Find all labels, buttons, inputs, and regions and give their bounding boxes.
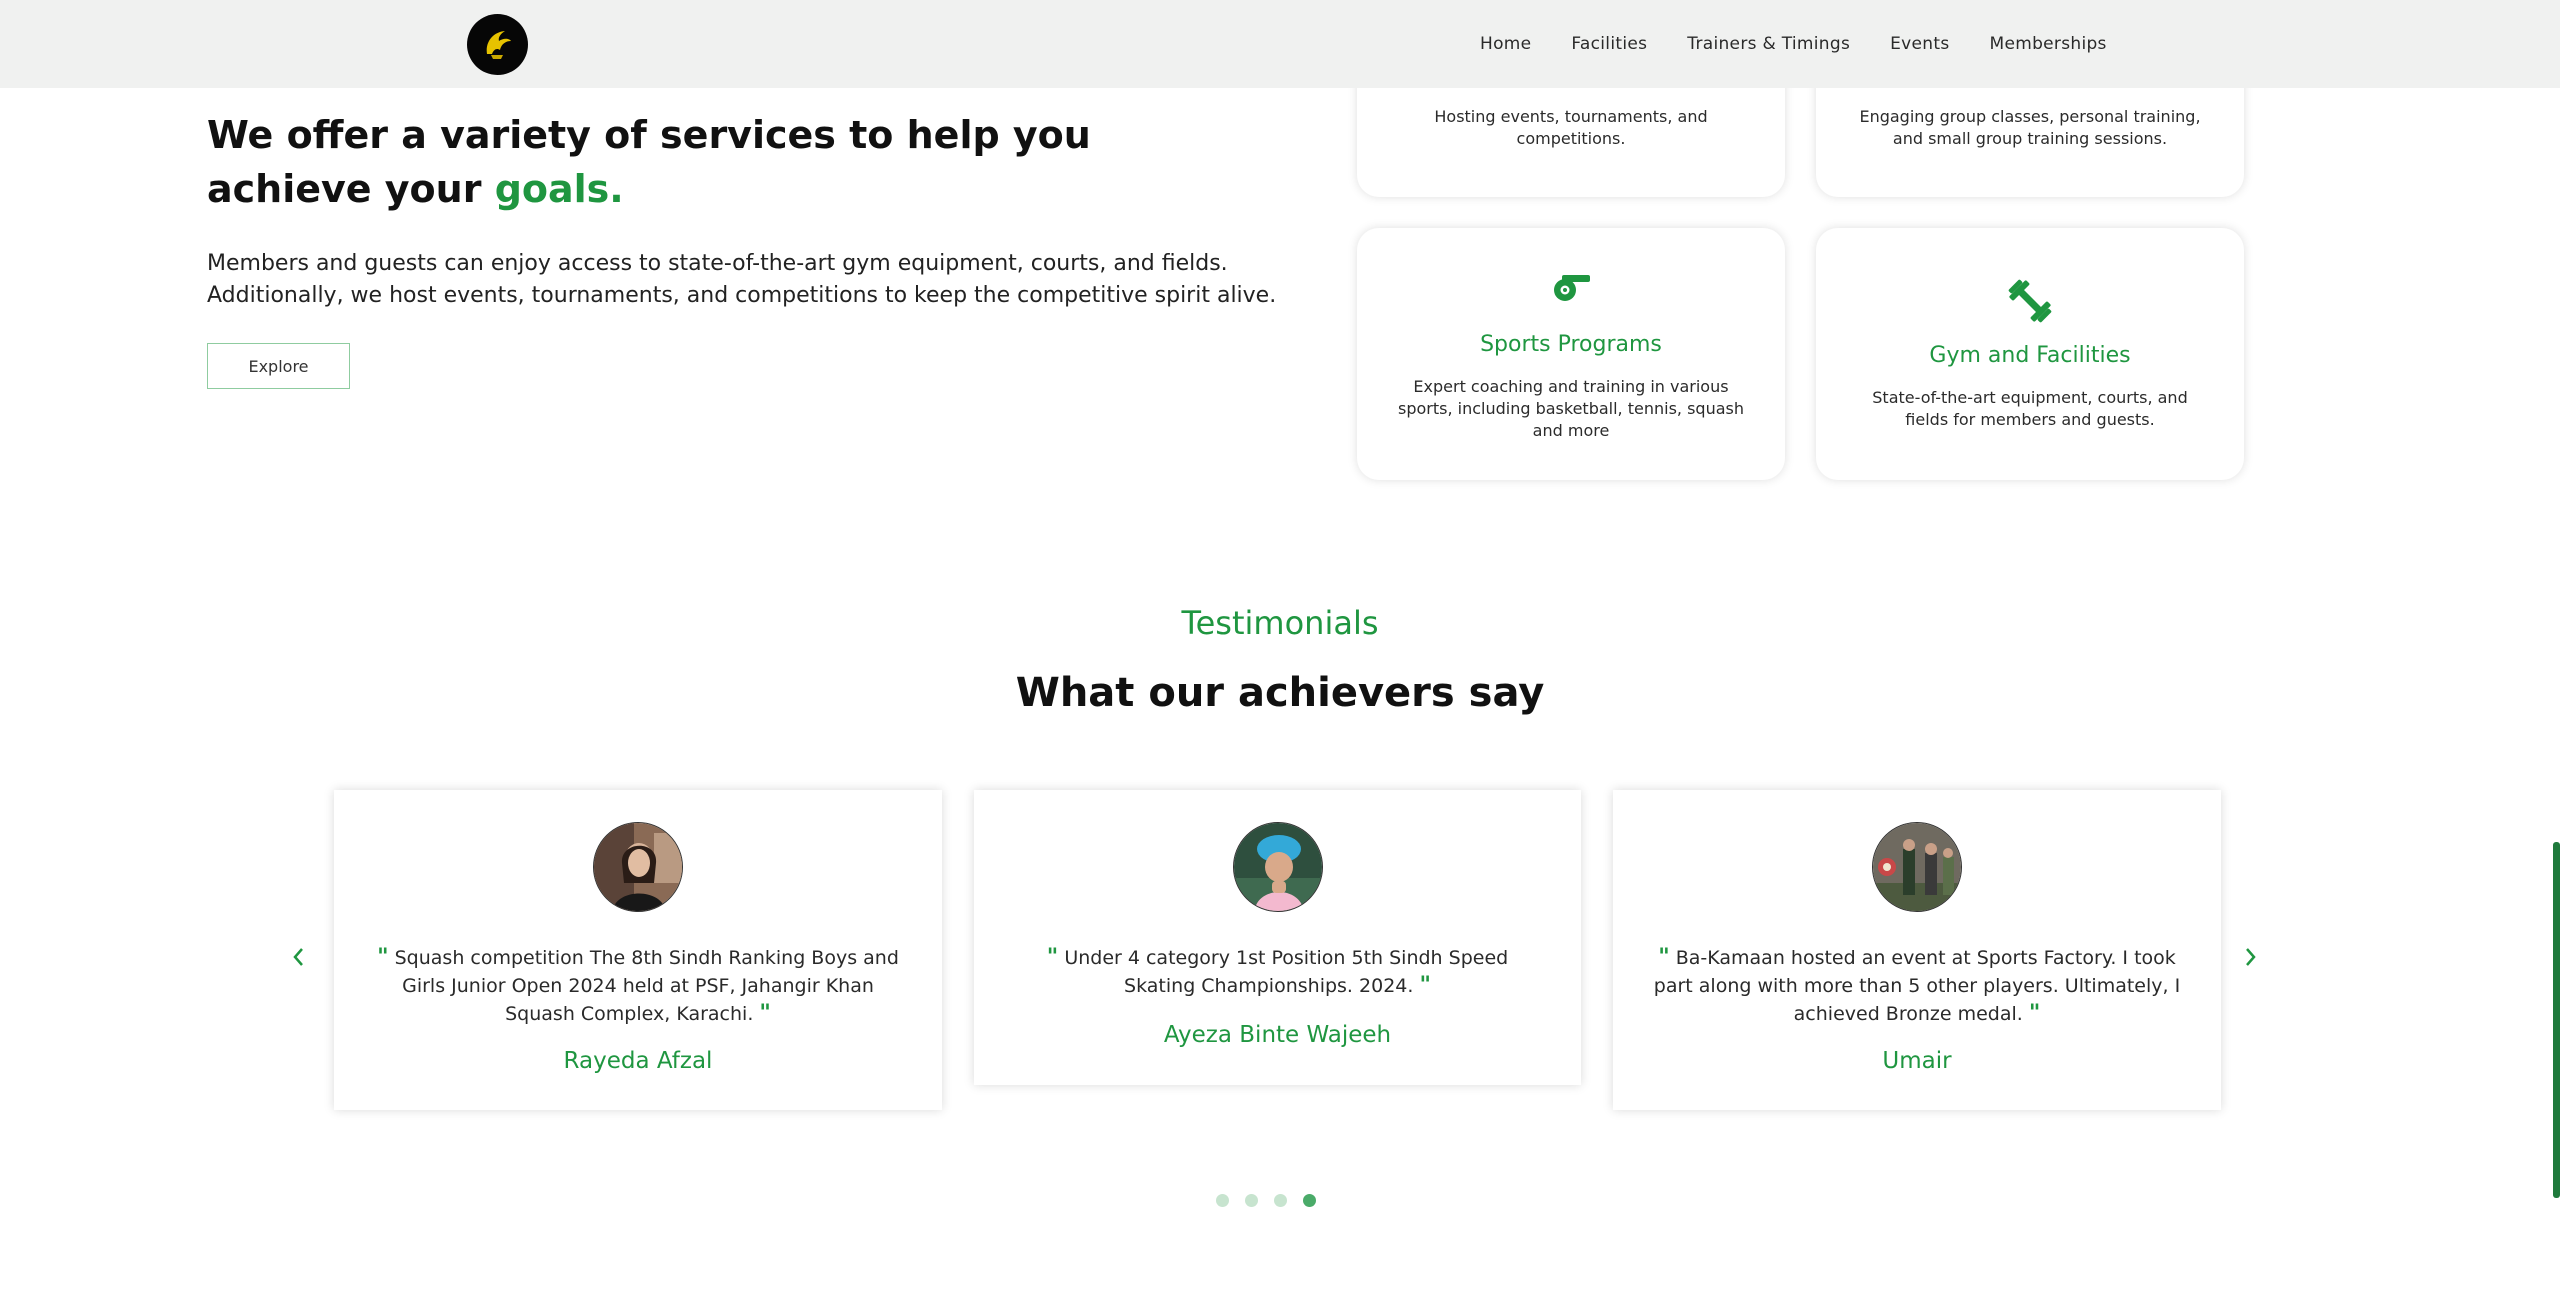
testimonial-quote: " Ba-Kamaan hosted an event at Sports Fa… — [1649, 944, 2185, 1028]
services-heading: We offer a variety of services to help y… — [207, 108, 1207, 216]
chevron-left-icon — [293, 948, 303, 966]
nav-trainers-timings[interactable]: Trainers & Timings — [1687, 34, 1850, 54]
carousel-dot-active[interactable] — [1303, 1194, 1316, 1207]
dumbbell-icon — [2007, 278, 2053, 328]
testimonial-name: Rayeda Afzal — [563, 1048, 713, 1074]
carousel-dot[interactable] — [1274, 1194, 1287, 1207]
top-navbar: Home Facilities Trainers & Timings Event… — [0, 0, 2560, 88]
services-heading-main: We offer a variety of services to help y… — [207, 113, 1091, 211]
quote-close-icon: " — [1419, 973, 1431, 998]
testimonial-quote-text: Under 4 category 1st Position 5th Sindh … — [1064, 947, 1509, 997]
services-description: Members and guests can enjoy access to s… — [207, 251, 1277, 308]
carousel-pagination — [1216, 1194, 1332, 1207]
nav-memberships[interactable]: Memberships — [1989, 34, 2106, 54]
avatar — [1872, 822, 1962, 912]
service-card-text: Hosting events, tournaments, and competi… — [1434, 107, 1708, 148]
testimonial-card: " Ba-Kamaan hosted an event at Sports Fa… — [1613, 790, 2221, 1110]
page-scrollbar-thumb[interactable] — [2553, 842, 2560, 1198]
service-card-gym-facilities: Gym and Facilities State-of-the-art equi… — [1816, 228, 2244, 480]
testimonial-quote: " Squash competition The 8th Sindh Ranki… — [370, 944, 906, 1028]
quote-open-icon: " — [1046, 945, 1059, 970]
avatar — [593, 822, 683, 912]
testimonials-kicker: Testimonials — [1181, 604, 1379, 642]
carousel-next-button[interactable] — [2236, 942, 2266, 972]
testimonial-card: " Squash competition The 8th Sindh Ranki… — [334, 790, 942, 1110]
service-card-sports-programs: Sports Programs Expert coaching and trai… — [1357, 228, 1785, 480]
carousel-dot[interactable] — [1216, 1194, 1229, 1207]
testimonial-quote: " Under 4 category 1st Position 5th Sind… — [1010, 944, 1545, 1000]
service-card-text: Expert coaching and training in various … — [1398, 377, 1744, 440]
service-card-title: Gym and Facilities — [1929, 343, 2131, 368]
carousel-prev-button[interactable] — [283, 942, 313, 972]
services-heading-accent: goals. — [494, 167, 624, 211]
explore-button[interactable]: Explore — [207, 343, 350, 389]
eagle-logo[interactable] — [467, 14, 528, 75]
service-card-text: State-of-the-art equipment, courts, and … — [1872, 388, 2188, 429]
nav-facilities[interactable]: Facilities — [1571, 34, 1647, 54]
nav-menu: Home Facilities Trainers & Timings Event… — [1480, 0, 2147, 88]
service-card-text: Engaging group classes, personal trainin… — [1859, 107, 2201, 148]
quote-open-icon: " — [377, 945, 389, 970]
avatar — [1232, 822, 1323, 912]
testimonials-heading: What our achievers say — [1015, 670, 1545, 716]
carousel-dot[interactable] — [1245, 1194, 1258, 1207]
quote-close-icon: " — [2028, 1001, 2041, 1026]
testimonial-quote-text: Squash competition The 8th Sindh Ranking… — [394, 947, 899, 1025]
testimonial-name: Ayeza Binte Wajeeh — [1163, 1022, 1392, 1048]
nav-home[interactable]: Home — [1480, 34, 1531, 54]
quote-open-icon: " — [1658, 945, 1670, 970]
testimonial-quote-text: Ba-Kamaan hosted an event at Sports Fact… — [1653, 947, 2181, 1025]
quote-close-icon: " — [759, 1001, 771, 1026]
testimonial-name: Umair — [1882, 1048, 1952, 1074]
whistle-icon — [1550, 273, 1592, 307]
chevron-right-icon — [2246, 948, 2256, 966]
nav-events[interactable]: Events — [1890, 34, 1949, 54]
testimonial-card: " Under 4 category 1st Position 5th Sind… — [974, 790, 1581, 1085]
service-card-title: Sports Programs — [1480, 332, 1662, 357]
